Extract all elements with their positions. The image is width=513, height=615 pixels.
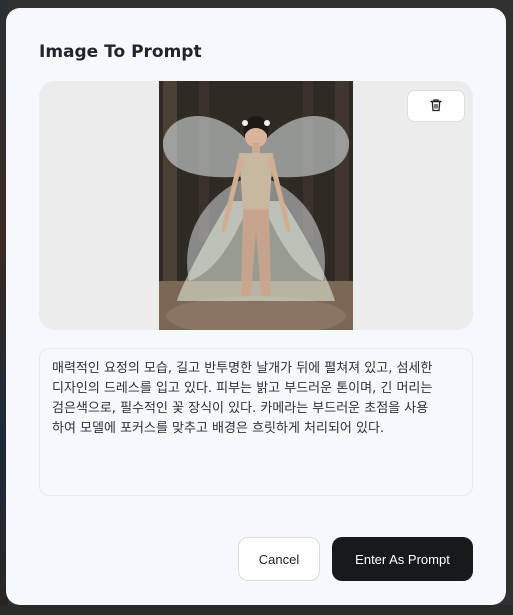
image-to-prompt-dialog: Image To Prompt 매력적인 요정의 모습, 길고 반투명한 날개가…	[6, 8, 506, 605]
dialog-title: Image To Prompt	[39, 42, 202, 62]
cancel-button[interactable]: Cancel	[238, 537, 320, 581]
enter-as-prompt-button[interactable]: Enter As Prompt	[332, 537, 473, 581]
trash-icon	[429, 97, 443, 116]
prompt-textarea[interactable]: 매력적인 요정의 모습, 길고 반투명한 날개가 뒤에 펼쳐져 있고, 섬세한 …	[39, 348, 473, 496]
uploaded-image	[159, 81, 353, 330]
image-preview-panel	[39, 81, 473, 330]
background-content-bottom	[0, 605, 513, 615]
delete-image-button[interactable]	[407, 90, 465, 122]
